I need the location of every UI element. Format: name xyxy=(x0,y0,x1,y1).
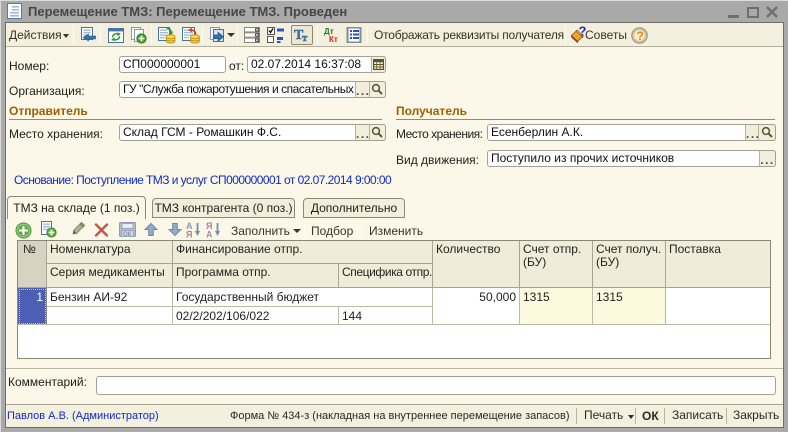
svg-text:А: А xyxy=(206,230,213,239)
svg-text:Я: Я xyxy=(186,230,192,239)
svg-text:ОК: ОК xyxy=(123,232,132,238)
svg-text:?: ? xyxy=(637,29,644,43)
svg-text:Кт: Кт xyxy=(329,35,338,43)
svg-text:т: т xyxy=(302,32,308,43)
